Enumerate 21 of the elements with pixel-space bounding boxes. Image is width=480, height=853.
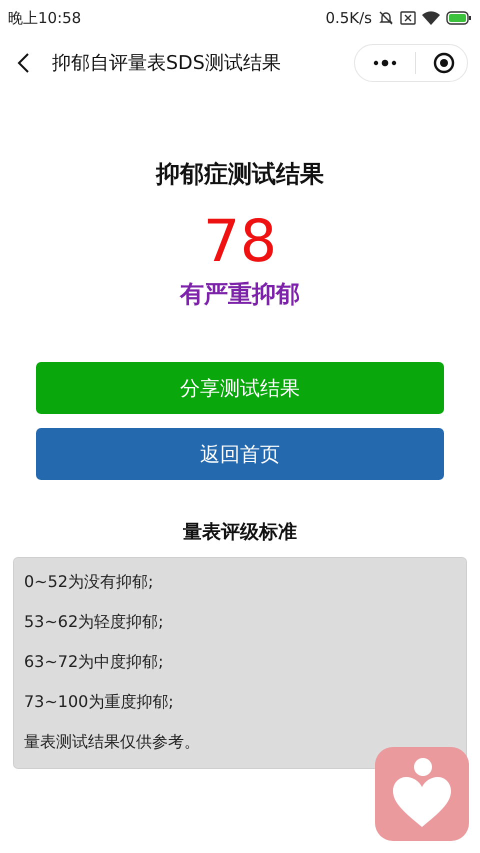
score: 78	[203, 212, 277, 270]
home-button[interactable]: 返回首页	[36, 428, 444, 480]
page-title: 抑郁自评量表SDS测试结果	[52, 50, 282, 76]
battery-icon	[446, 11, 472, 25]
wifi-icon	[422, 11, 440, 25]
close-icon[interactable]	[433, 52, 455, 74]
standard-line: 63~72为中度抑郁;	[24, 650, 165, 672]
back-icon[interactable]	[16, 52, 30, 74]
bell-off-icon	[378, 10, 394, 26]
standard-title: 量表评级标准	[183, 520, 297, 545]
result-title: 抑郁症测试结果	[156, 159, 324, 190]
share-button[interactable]: 分享测试结果	[36, 362, 444, 414]
standard-line: 0~52为没有抑郁;	[24, 570, 154, 592]
network-speed: 0.5K/s	[325, 8, 372, 29]
standard-line: 73~100为重度抑郁;	[24, 690, 175, 712]
sim-icon	[400, 11, 416, 25]
standard-line: 量表测试结果仅供参考。	[24, 730, 201, 752]
standard-line: 53~62为轻度抑郁;	[24, 610, 165, 632]
more-icon[interactable]	[373, 59, 397, 67]
result-level: 有严重抑郁	[180, 279, 300, 310]
status-time: 晚上10:58	[8, 8, 82, 29]
